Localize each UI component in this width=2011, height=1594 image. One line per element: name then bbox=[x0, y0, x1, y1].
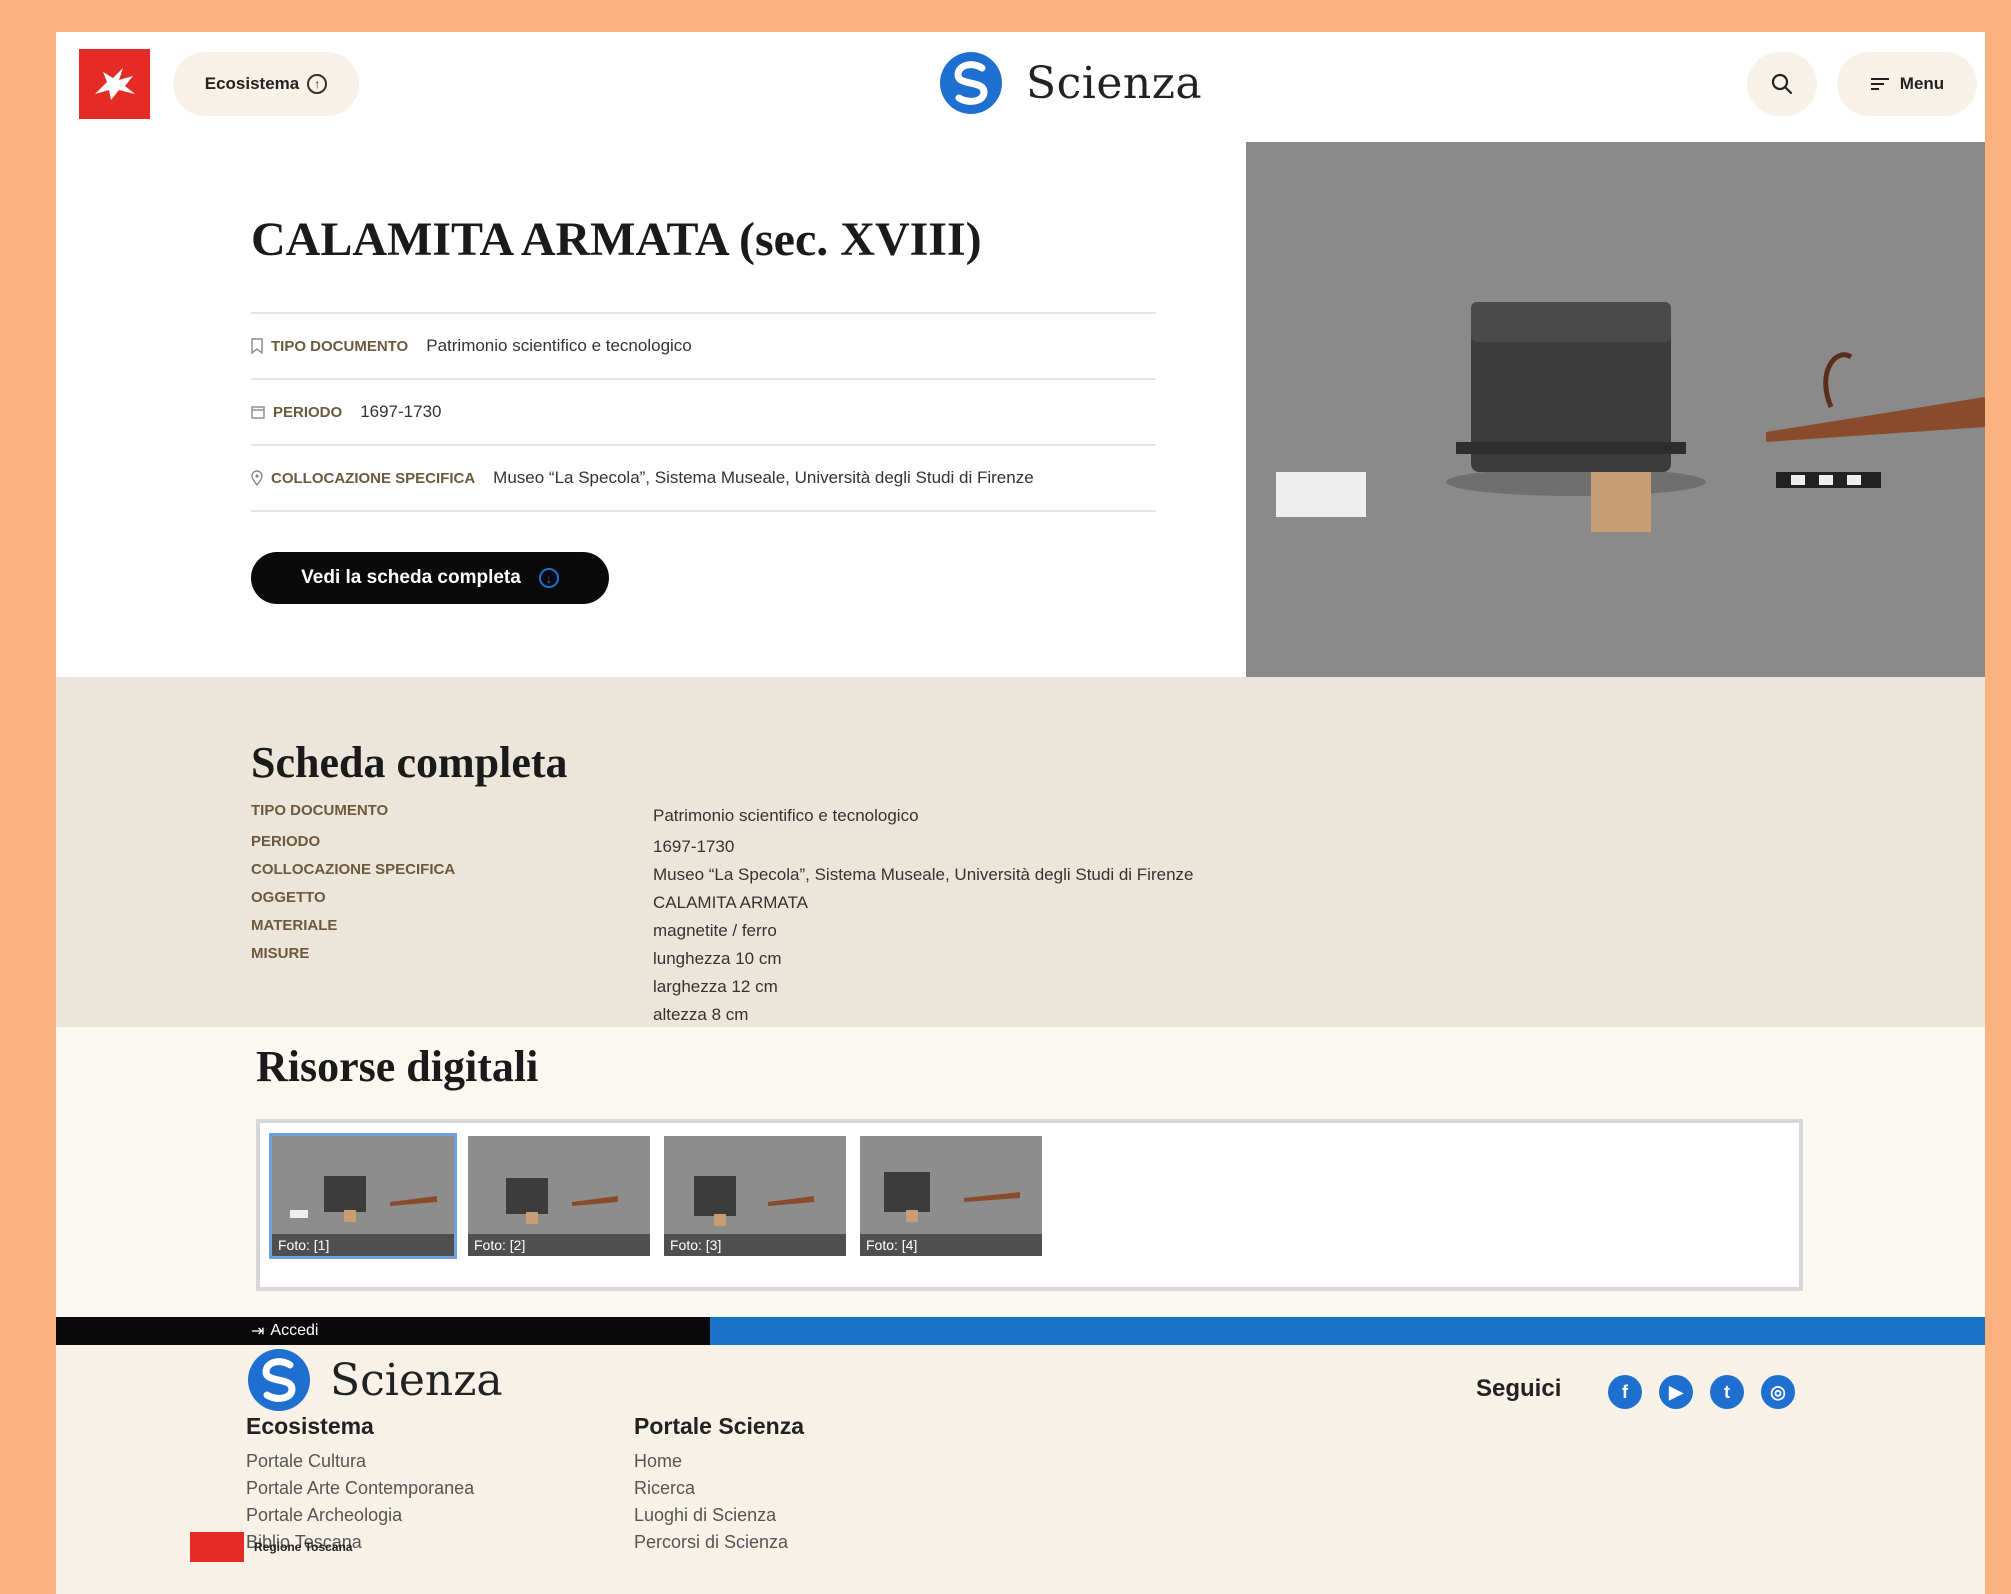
thumbnail-caption: Foto: [2] bbox=[468, 1234, 650, 1256]
seguici-label: Seguici bbox=[1476, 1375, 1562, 1402]
thumbnail-3[interactable]: Foto: [3] bbox=[664, 1136, 846, 1256]
meta-label: PERIODO bbox=[273, 403, 343, 421]
thumbnail-caption: Foto: [3] bbox=[664, 1234, 846, 1256]
scheda-value: magnetite / ferro bbox=[653, 921, 777, 940]
footer-link[interactable]: Portale Cultura bbox=[246, 1451, 366, 1472]
scheda-completa-section: Scheda completa TIPO DOCUMENTO Patrimoni… bbox=[56, 677, 1985, 1027]
scheda-row: COLLOCAZIONE SPECIFICA Museo “La Specola… bbox=[251, 861, 1451, 889]
pegasus-icon bbox=[94, 68, 135, 100]
scheda-label: TIPO DOCUMENTO bbox=[251, 802, 389, 819]
scheda-label: COLLOCAZIONE SPECIFICA bbox=[251, 861, 456, 878]
object-photo[interactable] bbox=[1246, 142, 1985, 677]
scheda-value: CALAMITA ARMATA bbox=[653, 893, 808, 912]
accedi-label: Accedi bbox=[270, 1322, 319, 1339]
vedi-scheda-completa-button[interactable]: Vedi la scheda completa ↓ bbox=[251, 552, 609, 604]
divider bbox=[251, 510, 1156, 512]
risorse-digitali-section: Risorse digitali Foto: [1] Foto: [2] Fot… bbox=[56, 1027, 1985, 1317]
youtube-icon[interactable]: ▶ bbox=[1659, 1375, 1693, 1409]
footer-link[interactable]: Home bbox=[634, 1451, 682, 1472]
scheda-title: Scheda completa bbox=[251, 738, 568, 787]
thumbnail-gallery: Foto: [1] Foto: [2] Foto: [3] Foto: [4] bbox=[256, 1119, 1803, 1291]
chevron-down-circle-icon: ↓ bbox=[538, 568, 559, 588]
scheda-value: altezza 8 cm bbox=[653, 1005, 749, 1024]
location-pin-icon bbox=[251, 470, 263, 486]
meta-row-collocazione: COLLOCAZIONE SPECIFICA Museo “La Specola… bbox=[251, 444, 1156, 510]
meta-value: 1697-1730 bbox=[360, 402, 442, 421]
page: Ecosistema ↑ Scienza Menu CALAMITA ARMAT… bbox=[56, 32, 1985, 1594]
chevron-up-circle-icon: ↑ bbox=[307, 74, 328, 94]
meta-value: Patrimonio scientifico e tecnologico bbox=[426, 336, 692, 355]
cta-label: Vedi la scheda completa bbox=[301, 567, 521, 588]
scheda-row: OGGETTO CALAMITA ARMATA bbox=[251, 889, 1451, 917]
scheda-label: MATERIALE bbox=[251, 917, 338, 934]
menu-button[interactable]: Menu bbox=[1837, 52, 1977, 116]
meta-row-periodo: PERIODO 1697-1730 bbox=[251, 378, 1156, 444]
scheda-value: Museo “La Specola”, Sistema Museale, Uni… bbox=[653, 865, 1194, 884]
scheda-row: MISURE lunghezza 10 cm larghezza 12 cm a… bbox=[251, 945, 1451, 1029]
menu-lines-icon bbox=[1870, 78, 1889, 90]
bookmark-icon bbox=[251, 338, 263, 354]
scheda-value: 1697-1730 bbox=[653, 837, 735, 856]
thumbnail-caption: Foto: [4] bbox=[860, 1234, 1042, 1256]
instagram-icon[interactable]: ◎ bbox=[1761, 1375, 1795, 1409]
risorse-title: Risorse digitali bbox=[256, 1042, 539, 1091]
ecosistema-label: Ecosistema bbox=[204, 74, 300, 93]
search-button[interactable] bbox=[1747, 52, 1817, 116]
page-title: CALAMITA ARMATA (sec. XVIII) bbox=[251, 213, 982, 266]
footer-link[interactable]: Percorsi di Scienza bbox=[634, 1532, 788, 1553]
login-icon: ⇥ bbox=[251, 1323, 265, 1340]
scheda-label: OGGETTO bbox=[251, 889, 326, 906]
regione-toscana-logo[interactable] bbox=[79, 49, 150, 119]
footer-link[interactable]: Ricerca bbox=[634, 1478, 695, 1499]
facebook-icon[interactable]: f bbox=[1608, 1375, 1642, 1409]
scheda-value-group: lunghezza 10 cm larghezza 12 cm altezza … bbox=[653, 945, 782, 1029]
site-header: Ecosistema ↑ Scienza Menu bbox=[56, 32, 1985, 142]
accedi-link[interactable]: ⇥ Accedi bbox=[251, 1321, 318, 1341]
thumbnail-4[interactable]: Foto: [4] bbox=[860, 1136, 1042, 1256]
meta-label: TIPO DOCUMENTO bbox=[271, 337, 409, 355]
footer-col-title-portale: Portale Scienza bbox=[634, 1413, 805, 1439]
scheda-value: larghezza 12 cm bbox=[653, 977, 778, 996]
footer-col-title-ecosistema: Ecosistema bbox=[246, 1413, 374, 1439]
meta-row-tipo: TIPO DOCUMENTO Patrimonio scientifico e … bbox=[251, 312, 1156, 378]
twitter-icon[interactable]: t bbox=[1710, 1375, 1744, 1409]
footer-link[interactable]: Luoghi di Scienza bbox=[634, 1505, 776, 1526]
calamita-armata-photo bbox=[1246, 142, 1985, 677]
meta-label: COLLOCAZIONE SPECIFICA bbox=[271, 469, 476, 487]
menu-label: Menu bbox=[1899, 74, 1945, 93]
scheda-row: MATERIALE magnetite / ferro bbox=[251, 917, 1451, 945]
scheda-label: MISURE bbox=[251, 945, 310, 962]
brand-logo[interactable]: Scienza bbox=[938, 50, 1202, 116]
scienza-s-icon bbox=[248, 1349, 310, 1411]
scienza-s-icon bbox=[940, 52, 1002, 114]
scheda-value: lunghezza 10 cm bbox=[653, 949, 782, 968]
ecosistema-button[interactable]: Ecosistema ↑ bbox=[173, 52, 359, 116]
pegasus-icon bbox=[190, 1532, 244, 1562]
footer-link[interactable]: Portale Arte Contemporanea bbox=[246, 1478, 474, 1499]
regione-label: Regione Toscana bbox=[254, 1540, 353, 1554]
footer-brand-name: Scienza bbox=[330, 1354, 503, 1406]
footer-regione-toscana-logo[interactable]: Regione Toscana bbox=[190, 1532, 352, 1562]
meta-value: Museo “La Specola”, Sistema Museale, Uni… bbox=[493, 468, 1034, 487]
login-bar: ⇥ Accedi bbox=[56, 1317, 1985, 1345]
footer-link[interactable]: Portale Archeologia bbox=[246, 1505, 402, 1526]
search-icon bbox=[1771, 73, 1793, 95]
thumbnail-2[interactable]: Foto: [2] bbox=[468, 1136, 650, 1256]
thumbnail-caption: Foto: [1] bbox=[272, 1234, 454, 1256]
footer-brand-logo[interactable]: Scienza bbox=[246, 1347, 503, 1413]
brand-name: Scienza bbox=[1026, 57, 1203, 109]
thumbnail-1[interactable]: Foto: [1] bbox=[269, 1133, 457, 1259]
scheda-row: PERIODO 1697-1730 bbox=[251, 833, 1451, 861]
calendar-icon bbox=[251, 406, 265, 419]
scheda-label: PERIODO bbox=[251, 833, 321, 850]
scheda-value: Patrimonio scientifico e tecnologico bbox=[653, 806, 919, 825]
scheda-row: TIPO DOCUMENTO Patrimonio scientifico e … bbox=[251, 802, 1451, 830]
